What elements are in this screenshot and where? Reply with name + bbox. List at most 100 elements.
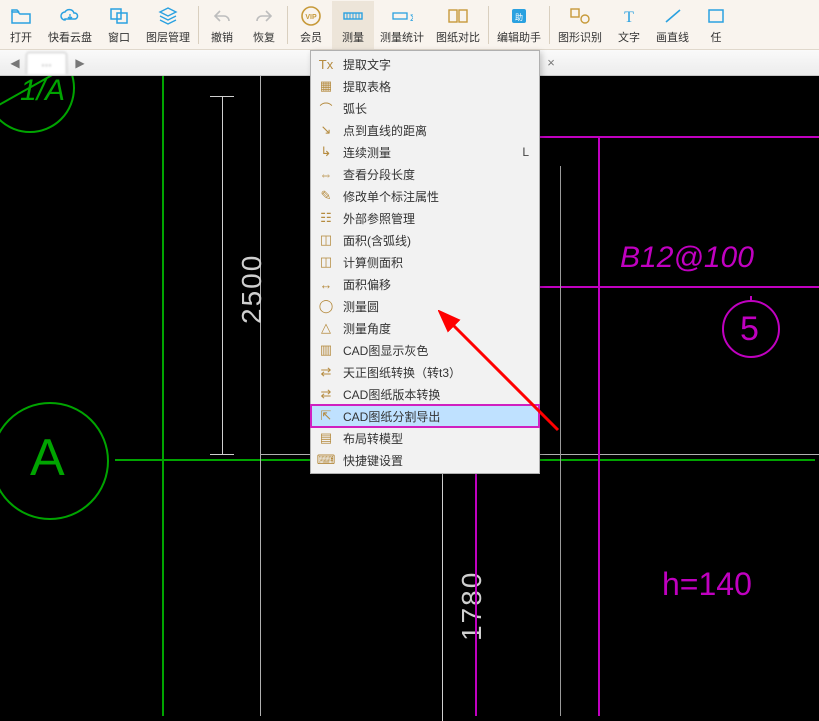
grey-line-v	[560, 166, 561, 716]
svg-text:T: T	[624, 9, 634, 25]
toolbar-measure-stats[interactable]: Σ 测量统计	[374, 1, 430, 49]
toolbar-cloud[interactable]: 快看云盘	[42, 1, 98, 49]
tab-label: …	[41, 57, 52, 69]
dim1780-text: 1780	[456, 571, 488, 641]
dropdown-item-10[interactable]: ↔面积偏移	[311, 273, 539, 295]
toolbar-separator	[287, 6, 288, 44]
document-tab[interactable]: …	[26, 52, 67, 74]
toolbar-open[interactable]: 打开	[0, 1, 42, 49]
measure-dropdown: Tx提取文字▦提取表格⌒弧长↘点到直线的距离 ↳ 连续测量 L ⇔查看分段长度 ✎ 修改单个…	[310, 50, 540, 474]
dropdown-item-0[interactable]: Tx提取文字	[311, 53, 539, 75]
dropdown-item-2[interactable]: ⌒弧长	[311, 97, 539, 119]
toolbar-more[interactable]: 任	[695, 1, 737, 49]
dropdown-item-icon: ⇱	[317, 408, 335, 424]
rect-icon	[705, 5, 727, 27]
dropdown-item-label: 天正图纸转换（转t3）	[343, 364, 461, 381]
dropdown-item-8[interactable]: ◫面积(含弧线)	[311, 229, 539, 251]
toolbar-separator	[488, 6, 489, 44]
dropdown-item-16[interactable]: ⇱ CAD图纸分割导出	[311, 405, 539, 427]
toolbar-label: 恢复	[253, 29, 275, 45]
dropdown-item-icon: ↘	[317, 122, 335, 138]
toolbar-edit-helper[interactable]: 助 编辑助手	[491, 1, 547, 49]
toolbar-redo[interactable]: 恢复	[243, 1, 285, 49]
toolbar-vip[interactable]: VIP 会员	[290, 1, 332, 49]
dropdown-item-label: 查看分段长度	[343, 166, 415, 183]
dim2500-text: 2500	[236, 254, 268, 324]
dropdown-item-icon: ☷	[317, 210, 335, 226]
dropdown-item-label: 快捷键设置	[343, 452, 403, 469]
toolbar-text[interactable]: T 文字	[608, 1, 650, 49]
dropdown-item-9[interactable]: ◫ 计算侧面积	[311, 251, 539, 273]
tab-next[interactable]: ▶	[69, 56, 91, 70]
vip-icon: VIP	[300, 5, 322, 27]
toolbar-label: 图形识别	[558, 29, 602, 45]
dropdown-item-label: 测量角度	[343, 320, 391, 337]
toolbar-label: 撤销	[211, 29, 233, 45]
toolbar-label: 测量统计	[380, 29, 424, 45]
dropdown-item-6[interactable]: ✎ 修改单个标注属性	[311, 185, 539, 207]
dropdown-item-icon: ✎	[317, 188, 335, 204]
dropdown-item-icon: Tx	[317, 56, 335, 72]
tab-prev[interactable]: ◀	[4, 56, 26, 70]
svg-text:VIP: VIP	[305, 14, 317, 21]
dropdown-item-icon: ◫	[317, 254, 335, 270]
dropdown-item-label: 连续测量	[343, 144, 391, 161]
toolbar-label: 图纸对比	[436, 29, 480, 45]
tab-close[interactable]: ×	[540, 55, 562, 70]
green-line-vertical	[162, 76, 164, 716]
toolbar-drawline[interactable]: 画直线	[650, 1, 695, 49]
dropdown-item-label: 计算侧面积	[343, 254, 403, 271]
dropdown-item-icon: ▥	[317, 342, 335, 358]
toolbar-label: 打开	[10, 29, 32, 45]
dropdown-item-15[interactable]: ⇄ CAD图纸版本转换	[311, 383, 539, 405]
dropdown-item-label: CAD图纸分割导出	[343, 408, 440, 425]
toolbar-shape-recog[interactable]: 图形识别	[552, 1, 608, 49]
dropdown-item-1[interactable]: ▦提取表格	[311, 75, 539, 97]
dropdown-item-icon: ⌨	[317, 452, 335, 468]
main-toolbar: 打开 快看云盘 窗口 图层管理 撤销 恢复 VIP 会员 测量 Σ 测量统计 图…	[0, 0, 819, 50]
dropdown-item-14[interactable]: ⇄ 天正图纸转换（转t3）	[311, 361, 539, 383]
line-icon	[662, 5, 684, 27]
dropdown-item-7[interactable]: ☷外部参照管理	[311, 207, 539, 229]
toolbar-layermgr[interactable]: 图层管理	[140, 1, 196, 49]
dropdown-item-icon: ⌒	[317, 100, 335, 116]
toolbar-undo[interactable]: 撤销	[201, 1, 243, 49]
dropdown-item-label: 提取表格	[343, 78, 391, 95]
layers-icon	[157, 5, 179, 27]
dropdown-item-12[interactable]: △ 测量角度	[311, 317, 539, 339]
dropdown-item-label: 面积偏移	[343, 276, 391, 293]
toolbar-label: 文字	[618, 29, 640, 45]
dropdown-item-4[interactable]: ↳ 连续测量 L	[311, 141, 539, 163]
white-line-vertical	[260, 76, 261, 716]
dropdown-item-label: CAD图纸版本转换	[343, 386, 440, 403]
toolbar-label: 快看云盘	[48, 29, 92, 45]
dropdown-item-label: 修改单个标注属性	[343, 188, 439, 205]
dropdown-item-icon: ⇄	[317, 386, 335, 402]
dropdown-item-18[interactable]: ⌨ 快捷键设置	[311, 449, 539, 471]
dropdown-item-3[interactable]: ↘点到直线的距离	[311, 119, 539, 141]
bubble-1a-text: 1/A	[20, 74, 65, 108]
dropdown-item-11[interactable]: ◯测量圆	[311, 295, 539, 317]
dropdown-item-shortcut: L	[522, 145, 529, 159]
dropdown-item-13[interactable]: ▥CAD图显示灰色	[311, 339, 539, 361]
dropdown-item-5[interactable]: ⇔查看分段长度	[311, 163, 539, 185]
toolbar-label: 编辑助手	[497, 29, 541, 45]
toolbar-compare[interactable]: 图纸对比	[430, 1, 486, 49]
dropdown-item-icon: △	[317, 320, 335, 336]
dropdown-item-17[interactable]: ▤布局转模型	[311, 427, 539, 449]
measure-stats-icon: Σ	[391, 5, 413, 27]
edit-helper-icon: 助	[508, 5, 530, 27]
toolbar-measure[interactable]: 测量	[332, 1, 374, 49]
h-text: h=140	[662, 566, 752, 603]
rebar-text: B12@100	[620, 241, 754, 275]
toolbar-window[interactable]: 窗口	[98, 1, 140, 49]
toolbar-label: 图层管理	[146, 29, 190, 45]
svg-text:Σ: Σ	[410, 13, 413, 23]
dim2500-tick-top	[210, 96, 234, 97]
svg-text:助: 助	[515, 12, 523, 22]
dropdown-item-icon: ↳	[317, 144, 335, 160]
dropdown-item-icon: ⇄	[317, 364, 335, 380]
toolbar-label: 测量	[342, 29, 364, 45]
dropdown-item-icon: ◫	[317, 232, 335, 248]
dropdown-item-label: 布局转模型	[343, 430, 403, 447]
